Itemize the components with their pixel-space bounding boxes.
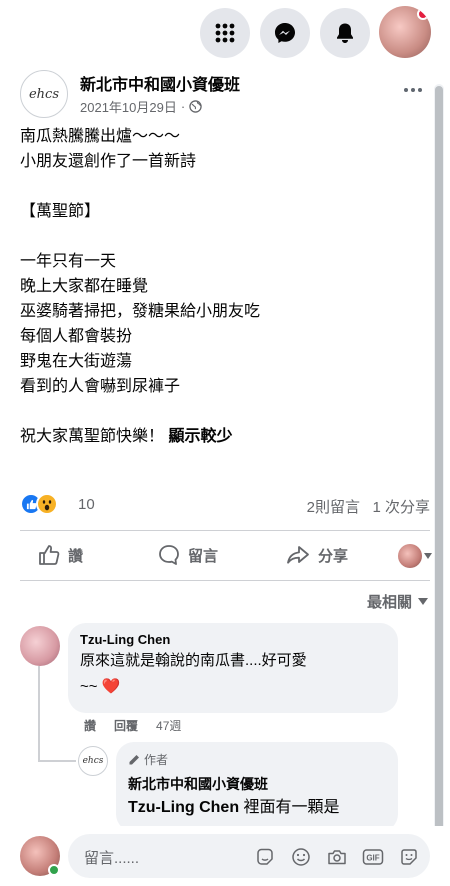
scrollbar-thumb[interactable]: [435, 86, 443, 842]
post-line: [20, 174, 430, 199]
author-avatar[interactable]: ehcs: [78, 746, 108, 776]
reaction-count[interactable]: 10: [78, 496, 95, 513]
comment-meta: 讚 回覆 47週: [84, 717, 181, 734]
post-line: [20, 224, 430, 249]
emoji-button[interactable]: [290, 846, 312, 868]
post-line: 野鬼在大街遊蕩: [20, 353, 133, 370]
messenger-icon: [275, 23, 295, 43]
comment-composer: 留言...... GIF: [0, 826, 450, 886]
sticker-button[interactable]: [398, 846, 420, 868]
comment-bubble-icon: [159, 545, 179, 565]
author-badge: 作者: [128, 751, 386, 768]
post-actions: 讚 留言 分享: [20, 531, 432, 579]
post-date-row: 2021年10月29日 ·: [80, 97, 202, 116]
photo-button[interactable]: [326, 846, 348, 868]
more-dot: [411, 88, 415, 92]
comment-reply-link[interactable]: 回覆: [114, 717, 138, 734]
page-logo-text: ehcs: [28, 86, 60, 102]
post-line: 祝大家萬聖節快樂！: [20, 428, 165, 445]
composer-icons: GIF: [254, 846, 420, 868]
page-logo[interactable]: ehcs: [20, 70, 68, 118]
comment-text: ~~ ❤️: [80, 678, 121, 695]
author-logo-text: ehcs: [82, 756, 104, 766]
thumbs-up-icon: [26, 499, 37, 509]
comment-time[interactable]: 47週: [156, 717, 181, 734]
divider: [20, 580, 430, 581]
share-arrow-icon: [287, 546, 309, 564]
reply-mention[interactable]: Tzu-Ling Chen: [128, 799, 239, 816]
share-button[interactable]: 分享: [286, 531, 348, 579]
comment-bubble: Tzu-Ling Chen 原來這就是翰說的南瓜書....好可愛 ~~ ❤️: [68, 623, 398, 713]
post-line: 巫婆騎著掃把，發糖果給小朋友吃: [20, 303, 261, 320]
post-body: 南瓜熱騰騰出爐～～～ 小朋友還創作了一首新詩 【萬聖節】 一年只有一天 晚上大家…: [20, 124, 430, 449]
wow-face-icon: [38, 495, 56, 513]
post-header: ehcs 新北市中和國小資優班 2021年10月29日 ·: [20, 68, 430, 124]
scrollbar[interactable]: [434, 84, 444, 844]
post-line-last: 祝大家萬聖節快樂！ 顯示較少: [20, 424, 430, 449]
thumbs-up-outline-icon: [39, 545, 60, 565]
post-line: 【萬聖節】: [20, 203, 101, 220]
camera-icon: [328, 850, 346, 865]
share-count[interactable]: 1 次分享: [372, 499, 430, 516]
menu-grid-button[interactable]: [200, 8, 250, 58]
comment-sort-button[interactable]: 最相關: [367, 591, 428, 612]
post-line: [20, 399, 430, 424]
post-line: 小朋友還創作了一首新詩: [20, 153, 197, 170]
more-dot: [418, 88, 422, 92]
author-badge-label: 作者: [144, 753, 169, 767]
post-line: 一年只有一天: [20, 253, 117, 270]
commenter-name[interactable]: Tzu-Ling Chen: [80, 632, 386, 647]
post-line: 晚上大家都在睡覺: [20, 278, 149, 295]
more-options-button[interactable]: [398, 80, 428, 100]
avatar-sticker-button[interactable]: [254, 846, 276, 868]
bell-icon: [337, 23, 353, 43]
online-status-dot: [48, 864, 60, 876]
comment-button[interactable]: 留言: [158, 531, 218, 579]
more-dot: [404, 88, 408, 92]
post-line: 南瓜熱騰騰出爐～～～: [20, 128, 181, 145]
caret-down-icon[interactable]: [424, 553, 432, 559]
comment-input[interactable]: 留言...... GIF: [68, 834, 430, 878]
smiley-icon: [292, 848, 310, 866]
reply-author-name[interactable]: 新北市中和國小資優班: [128, 774, 386, 794]
post-line: 看到的人會嚇到尿褲子: [20, 378, 181, 395]
grid-icon: [215, 23, 235, 43]
pencil-icon: [129, 754, 139, 764]
sort-label: 最相關: [366, 594, 412, 611]
post-line: 每個人都會裝扮: [20, 328, 133, 345]
notifications-button[interactable]: [320, 8, 370, 58]
see-less-link[interactable]: 顯示較少: [168, 428, 232, 445]
share-label: 分享: [318, 547, 349, 565]
comments-shares-summary: 2則留言 1 次分享: [307, 496, 430, 517]
account-avatar[interactable]: [379, 6, 431, 58]
top-bar: [0, 0, 450, 66]
reply-body: 裡面有一顆是: [243, 799, 340, 816]
reaction-identity-avatar[interactable]: [398, 544, 422, 568]
reactions-bar: 10 2則留言 1 次分享: [20, 492, 430, 518]
thread-connector: [38, 760, 76, 762]
comment-like-link[interactable]: 讚: [84, 717, 96, 734]
page-name[interactable]: 新北市中和國小資優班: [80, 71, 240, 95]
sticker-icon: [401, 849, 417, 865]
notification-dot: [417, 8, 429, 20]
svg-text:GIF: GIF: [366, 854, 379, 863]
comment-placeholder: 留言......: [84, 850, 140, 867]
like-label: 讚: [68, 547, 84, 565]
comment-label: 留言: [188, 547, 219, 565]
gif-button[interactable]: GIF: [362, 846, 384, 868]
globe-icon: [189, 100, 202, 113]
reply-text: Tzu-Ling Chen 裡面有一顆是: [128, 798, 386, 818]
caret-down-icon: [418, 598, 428, 605]
wow-reaction-icon[interactable]: [36, 493, 58, 515]
comment-count[interactable]: 2則留言: [307, 499, 360, 516]
comment-text: 原來這就是翰說的南瓜書....好可愛: [80, 652, 307, 669]
messenger-button[interactable]: [260, 8, 310, 58]
thread-line: [38, 666, 40, 762]
like-button[interactable]: 讚: [38, 531, 83, 579]
reply-bubble: 作者 新北市中和國小資優班 Tzu-Ling Chen 裡面有一顆是: [116, 742, 398, 832]
commenter-avatar[interactable]: [20, 626, 60, 666]
post-date[interactable]: 2021年10月29日: [80, 97, 177, 116]
avatar-sticker-icon: [257, 848, 273, 865]
gif-icon: GIF: [362, 849, 384, 865]
